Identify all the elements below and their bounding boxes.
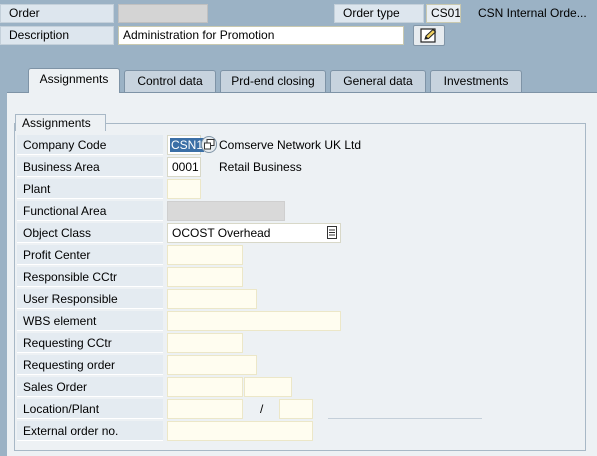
tab-control-data[interactable]: Control data (124, 70, 216, 92)
label-sales-order: Sales Order (17, 377, 163, 397)
company-code-text: Comserve Network UK Ltd (219, 138, 362, 152)
location-plant-separator: / (260, 402, 264, 416)
tab-general-data[interactable]: General data (330, 70, 426, 92)
edit-pencil-icon (420, 28, 437, 43)
sales-order-item-input[interactable] (244, 377, 292, 397)
tab-prd-end-closing[interactable]: Prd-end closing (220, 70, 326, 92)
label-profit-center: Profit Center (17, 245, 163, 265)
dropdown-list-icon[interactable] (327, 226, 337, 244)
order-field (118, 4, 208, 23)
user-responsible-input[interactable] (167, 289, 257, 309)
label-wbs-element: WBS element (17, 311, 163, 331)
company-code-details-button[interactable] (201, 136, 217, 153)
functional-area-field (167, 201, 285, 221)
business-area-text: Retail Business (219, 160, 302, 174)
divider-line (328, 418, 482, 419)
company-code-input[interactable]: CSN1 (167, 135, 205, 155)
external-order-no-input[interactable] (167, 421, 313, 441)
plant-input[interactable] (167, 179, 201, 199)
label-plant: Plant (17, 179, 163, 199)
label-requesting-order: Requesting order (17, 355, 163, 375)
label-object-class: Object Class (17, 223, 163, 243)
assignments-group-title: Assignments (15, 114, 106, 131)
description-field[interactable]: Administration for Promotion (118, 26, 404, 45)
tab-investments[interactable]: Investments (430, 70, 522, 92)
business-area-input[interactable]: 0001 (167, 157, 201, 177)
wbs-element-input[interactable] (167, 311, 341, 331)
profit-center-input[interactable] (167, 245, 243, 265)
location-plant-input[interactable] (279, 399, 313, 419)
label-responsible-cctr: Responsible CCtr (17, 267, 163, 287)
label-external-order-no: External order no. (17, 421, 163, 441)
tab-assignments[interactable]: Assignments (28, 68, 120, 93)
label-requesting-cctr: Requesting CCtr (17, 333, 163, 353)
requesting-cctr-input[interactable] (167, 333, 243, 353)
order-type-field: CS01 (426, 4, 461, 23)
detail-window-icon (203, 139, 214, 150)
order-label: Order (0, 4, 114, 23)
label-user-responsible: User Responsible (17, 289, 163, 309)
location-input[interactable] (167, 399, 243, 419)
label-business-area: Business Area (17, 157, 163, 177)
label-company-code: Company Code (17, 135, 163, 155)
order-type-label: Order type (334, 4, 424, 23)
object-class-select[interactable]: OCOST Overhead (167, 223, 341, 243)
label-location-plant: Location/Plant (17, 399, 163, 419)
edit-long-text-button[interactable] (413, 25, 445, 46)
sales-order-input[interactable] (167, 377, 243, 397)
order-type-text: CSN Internal Orde... (478, 6, 587, 20)
requesting-order-input[interactable] (167, 355, 257, 375)
description-label: Description (0, 26, 114, 45)
responsible-cctr-input[interactable] (167, 267, 243, 287)
label-functional-area: Functional Area (17, 201, 163, 221)
